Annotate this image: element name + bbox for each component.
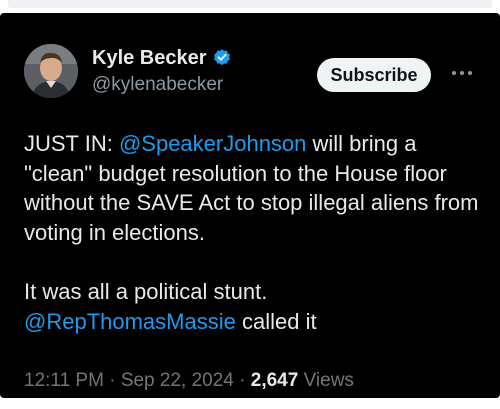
tweet-body-2: It was all a political stunt. xyxy=(24,279,268,304)
author-handle[interactable]: @kylenabecker xyxy=(92,73,223,97)
author-name-row: Kyle Becker xyxy=(92,46,232,70)
more-options-icon[interactable] xyxy=(448,63,476,83)
tweet-body-3: called it xyxy=(235,308,317,334)
avatar-photo xyxy=(24,44,78,98)
author-display-name[interactable]: Kyle Becker xyxy=(92,46,207,70)
top-strip xyxy=(0,0,500,13)
views-label: Views xyxy=(303,370,354,391)
tweet-paragraph-2: It was all a political stunt. @RepThomasM… xyxy=(24,277,484,336)
subscribe-button[interactable]: Subscribe xyxy=(317,58,431,92)
meta-separator: · xyxy=(109,370,116,391)
top-divider xyxy=(8,0,492,8)
tweet-meta: 12:11 PM · Sep 22, 2024 · 2,647 Views xyxy=(24,369,354,393)
tweet-prefix: JUST IN: xyxy=(24,131,119,156)
avatar[interactable] xyxy=(24,44,78,98)
tweet-text: JUST IN: @SpeakerJohnson will bring a "c… xyxy=(24,129,484,336)
tweet-card: Kyle Becker @kylenabecker Subscribe JUST… xyxy=(0,13,500,398)
mention-repthomasmassie[interactable]: @RepThomasMassie xyxy=(24,309,236,334)
views-count: 2,647 xyxy=(250,370,299,391)
tweet-date[interactable]: Sep 22, 2024 xyxy=(121,370,234,391)
bottom-strip xyxy=(0,398,500,409)
verified-badge-icon xyxy=(212,48,232,68)
tweet-time[interactable]: 12:11 PM xyxy=(24,370,104,391)
tweet-paragraph-1: JUST IN: @SpeakerJohnson will bring a "c… xyxy=(24,129,484,247)
mention-speakerjohnson[interactable]: @SpeakerJohnson xyxy=(119,131,306,156)
meta-separator: · xyxy=(239,370,246,391)
